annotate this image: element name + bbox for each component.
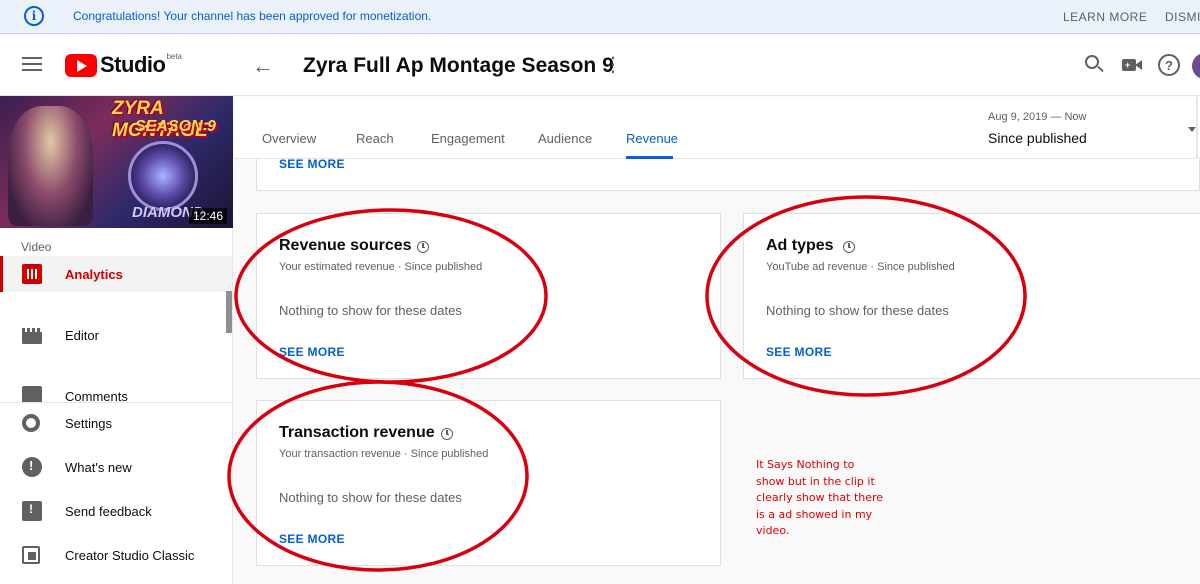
- card-title: Ad types: [766, 237, 834, 254]
- sidebar-item-send-feedback[interactable]: Send feedback: [0, 493, 232, 529]
- dismiss-button[interactable]: DISMI: [1165, 10, 1200, 24]
- info-icon: i: [24, 6, 44, 26]
- analytics-icon: [22, 264, 42, 284]
- studio-logo[interactable]: Studio beta: [65, 52, 182, 78]
- sidebar-item-whats-new[interactable]: What's new: [0, 449, 232, 485]
- tab-revenue[interactable]: Revenue: [626, 131, 678, 146]
- ad-types-card: Ad types YouTube ad revenue · Since publ…: [743, 213, 1200, 379]
- date-range-selector[interactable]: Since published: [988, 130, 1087, 146]
- search-icon[interactable]: [1084, 54, 1106, 76]
- sidebar-bottom-section: Settings What's new Send feedback Creato…: [0, 402, 232, 584]
- card-title: Revenue sources: [279, 237, 412, 254]
- sidebar-item-analytics[interactable]: Analytics: [0, 256, 232, 292]
- empty-state-text: Nothing to show for these dates: [279, 490, 462, 505]
- previous-card: SEE MORE: [256, 157, 1200, 191]
- chevron-down-icon[interactable]: [1188, 127, 1196, 132]
- tab-audience[interactable]: Audience: [538, 131, 592, 146]
- see-more-link[interactable]: SEE MORE: [279, 345, 345, 359]
- thumbnail-character-image: [8, 106, 93, 226]
- editor-icon: [22, 328, 42, 344]
- sidebar-item-label: What's new: [65, 459, 132, 475]
- top-header: Studio beta ← Zyra Full Ap Montage Seaso…: [0, 35, 1200, 96]
- back-arrow-icon[interactable]: ←: [252, 53, 274, 79]
- sidebar-item-label: Settings: [65, 415, 112, 431]
- annotation-note: It Says Nothing to show but in the clip …: [756, 458, 884, 537]
- card-subtitle: YouTube ad revenue · Since published: [766, 261, 955, 273]
- date-range-dates[interactable]: Aug 9, 2019 — Now: [988, 111, 1086, 123]
- banner-message: Congratulations! Your channel has been a…: [73, 9, 432, 23]
- empty-state-text: Nothing to show for these dates: [766, 303, 949, 318]
- revenue-sources-card: Revenue sources Your estimated revenue ·…: [256, 213, 721, 379]
- sidebar-item-label: Creator Studio Classic: [65, 547, 195, 563]
- beta-badge: beta: [166, 52, 183, 61]
- see-more-link[interactable]: SEE MORE: [279, 532, 345, 546]
- video-thumbnail[interactable]: ZYRA MONTAGE SEASON 9 DIAMOND 12:46: [0, 96, 233, 228]
- more-options-icon[interactable]: ⋮: [603, 52, 623, 77]
- divider: [1196, 97, 1198, 159]
- feedback-icon: [22, 501, 42, 521]
- video-title: Zyra Full Ap Montage Season 9: [303, 54, 614, 77]
- sidebar-item-editor[interactable]: Editor: [0, 317, 232, 353]
- clock-icon[interactable]: [843, 241, 855, 253]
- create-video-icon[interactable]: +: [1121, 54, 1143, 76]
- sidebar: ZYRA MONTAGE SEASON 9 DIAMOND 12:46 Vide…: [0, 96, 233, 584]
- tab-engagement[interactable]: Engagement: [431, 131, 505, 146]
- monetization-banner: i Congratulations! Your channel has been…: [0, 0, 1200, 34]
- transaction-revenue-card: Transaction revenue Your transaction rev…: [256, 400, 721, 566]
- analytics-tabs-bar: Overview Reach Engagement Audience Reven…: [234, 97, 1200, 159]
- sidebar-item-label: Analytics: [65, 266, 123, 282]
- sidebar-section-label: Video: [21, 240, 52, 254]
- card-subtitle: Your estimated revenue · Since published: [279, 261, 483, 273]
- help-icon[interactable]: ?: [1158, 54, 1180, 76]
- classic-icon: [22, 546, 40, 564]
- card-title: Transaction revenue: [279, 424, 435, 441]
- avatar[interactable]: [1192, 53, 1200, 79]
- tab-overview[interactable]: Overview: [262, 131, 316, 146]
- clock-icon[interactable]: [441, 428, 453, 440]
- thumbnail-title-line2: SEASON 9: [135, 118, 216, 135]
- tab-reach[interactable]: Reach: [356, 131, 394, 146]
- whats-new-icon: [22, 457, 42, 477]
- thumbnail-rank-emblem: [128, 141, 198, 211]
- logo-text: Studio: [100, 52, 166, 77]
- card-subtitle: Your transaction revenue · Since publish…: [279, 448, 489, 460]
- sidebar-item-creator-studio-classic[interactable]: Creator Studio Classic: [0, 537, 232, 573]
- see-more-link[interactable]: SEE MORE: [766, 345, 832, 359]
- sidebar-item-label: Editor: [65, 327, 99, 343]
- hamburger-menu-icon[interactable]: [22, 57, 42, 73]
- empty-state-text: Nothing to show for these dates: [279, 303, 462, 318]
- learn-more-link[interactable]: LEARN MORE: [1063, 10, 1147, 24]
- video-duration: 12:46: [188, 208, 227, 224]
- youtube-play-icon: [65, 53, 97, 77]
- sidebar-item-settings[interactable]: Settings: [0, 405, 232, 441]
- see-more-link[interactable]: SEE MORE: [279, 157, 345, 171]
- clock-icon[interactable]: [417, 241, 429, 253]
- sidebar-scrollbar[interactable]: [226, 291, 232, 333]
- settings-icon: [22, 414, 40, 432]
- sidebar-item-label: Send feedback: [65, 503, 152, 519]
